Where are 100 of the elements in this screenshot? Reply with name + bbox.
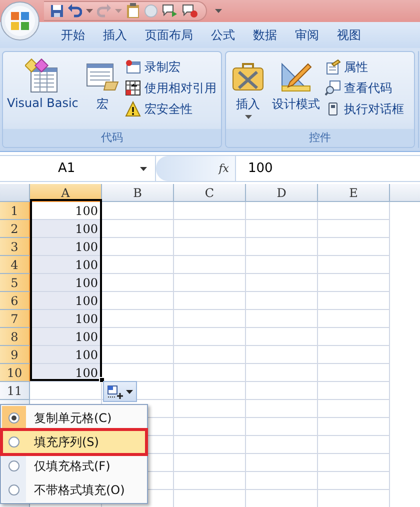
function-button[interactable]: fx	[156, 156, 236, 181]
table-cell	[246, 382, 318, 400]
table-cell	[318, 454, 390, 472]
table-cell	[318, 220, 390, 238]
save-icon[interactable]	[50, 4, 64, 18]
radio-button[interactable]	[8, 412, 20, 424]
table-cell	[174, 418, 246, 436]
caret-icon	[215, 9, 222, 13]
table-cell	[102, 310, 174, 328]
table-cell	[174, 454, 246, 472]
caret-icon	[86, 9, 93, 13]
table-cell	[318, 256, 390, 274]
radio-button[interactable]	[8, 460, 20, 472]
table-cell	[174, 238, 246, 256]
comment-delete-icon[interactable]	[182, 4, 198, 18]
caret-icon	[126, 390, 133, 394]
caret-icon	[140, 166, 147, 170]
comment-arrow-icon[interactable]	[162, 4, 178, 18]
row-header[interactable]: 7	[0, 310, 30, 328]
record-macro-icon	[125, 59, 142, 75]
ribbon-small-button[interactable]: 查看代码	[324, 79, 405, 97]
row-header[interactable]: 6	[0, 292, 30, 310]
table-cell: 100	[30, 310, 102, 328]
row-header[interactable]: 5	[0, 274, 30, 292]
table-cell: 100	[30, 346, 102, 364]
row-header[interactable]: 2	[0, 220, 30, 238]
table-cell	[318, 400, 390, 418]
ribbon-tab[interactable]: 公式	[202, 26, 244, 44]
row-header[interactable]: 3	[0, 238, 30, 256]
clipboard-icon[interactable]	[126, 3, 140, 19]
table-cell: 100	[30, 220, 102, 238]
table-cell: 100	[30, 238, 102, 256]
table-cell	[318, 346, 390, 364]
ribbon-tab[interactable]: 审阅	[286, 26, 328, 44]
ribbon-button[interactable]: 宏	[82, 56, 122, 115]
table-cell	[174, 292, 246, 310]
table-cell	[318, 364, 390, 382]
table-cell	[318, 202, 390, 220]
column-header[interactable]: C	[174, 184, 246, 202]
table-cell	[246, 238, 318, 256]
row-header[interactable]: 8	[0, 328, 30, 346]
row-header[interactable]: 9	[0, 346, 30, 364]
column-header[interactable]: E	[318, 184, 390, 202]
column-header[interactable]: B	[102, 184, 174, 202]
menu-item[interactable]: 复制单元格(C)	[2, 406, 146, 430]
table-cell: 100	[30, 328, 102, 346]
table-cell	[102, 238, 174, 256]
table-cell	[318, 418, 390, 436]
undo-icon[interactable]	[68, 4, 82, 18]
table-cell	[174, 346, 246, 364]
row-header[interactable]: 11	[0, 382, 30, 400]
table-cell	[102, 256, 174, 274]
ribbon-tab[interactable]: 开始	[52, 26, 94, 44]
radio-button[interactable]	[8, 436, 20, 448]
table-cell	[246, 364, 318, 382]
table-cell	[318, 436, 390, 454]
ribbon-tab[interactable]: 视图	[328, 26, 370, 44]
ribbon-small-button[interactable]: 宏安全性	[124, 100, 218, 118]
ribbon-tab[interactable]: 插入	[94, 26, 136, 44]
caret-icon	[115, 9, 122, 13]
table-cell	[174, 202, 246, 220]
table-cell	[30, 382, 102, 400]
ribbon-small-button[interactable]: 使用相对引用	[124, 79, 218, 97]
table-cell	[246, 436, 318, 454]
autofill-options-button[interactable]	[103, 381, 137, 402]
row-header[interactable]: 10	[0, 364, 30, 382]
ribbon-button[interactable]: 插入	[228, 56, 268, 121]
name-box[interactable]: A1	[0, 156, 156, 181]
table-cell	[174, 382, 246, 400]
column-header[interactable]: D	[246, 184, 318, 202]
table-cell	[102, 328, 174, 346]
table-cell	[246, 274, 318, 292]
table-cell	[246, 400, 318, 418]
row-header[interactable]: 4	[0, 256, 30, 274]
table-cell	[102, 220, 174, 238]
table-cell	[246, 328, 318, 346]
table-cell	[102, 274, 174, 292]
menu-item[interactable]: 填充序列(S)	[2, 430, 146, 454]
ribbon-button[interactable]: 设计模式	[270, 56, 322, 115]
table-cell: 100	[30, 256, 102, 274]
ribbon-tab[interactable]: 页面布局	[136, 26, 202, 44]
ribbon-tab[interactable]: 数据	[244, 26, 286, 44]
ribbon-small-button[interactable]: 属性	[324, 58, 405, 76]
group-label: 代码	[3, 129, 221, 147]
table-cell	[246, 256, 318, 274]
formula-value: 100	[248, 161, 273, 176]
ribbon-small-button[interactable]: 执行对话框	[324, 100, 405, 118]
table-cell	[102, 202, 174, 220]
row-header[interactable]: 1	[0, 202, 30, 220]
table-cell	[246, 346, 318, 364]
table-cell	[174, 328, 246, 346]
table-cell	[318, 472, 390, 490]
menu-item[interactable]: 仅填充格式(F)	[2, 454, 146, 478]
ribbon-button[interactable]: Visual Basic	[5, 56, 80, 112]
table-cell	[246, 220, 318, 238]
ribbon-small-button[interactable]: 录制宏	[124, 58, 218, 76]
radio-button[interactable]	[8, 484, 20, 496]
table-cell	[174, 400, 246, 418]
table-cell	[318, 238, 390, 256]
table-cell	[174, 364, 246, 382]
